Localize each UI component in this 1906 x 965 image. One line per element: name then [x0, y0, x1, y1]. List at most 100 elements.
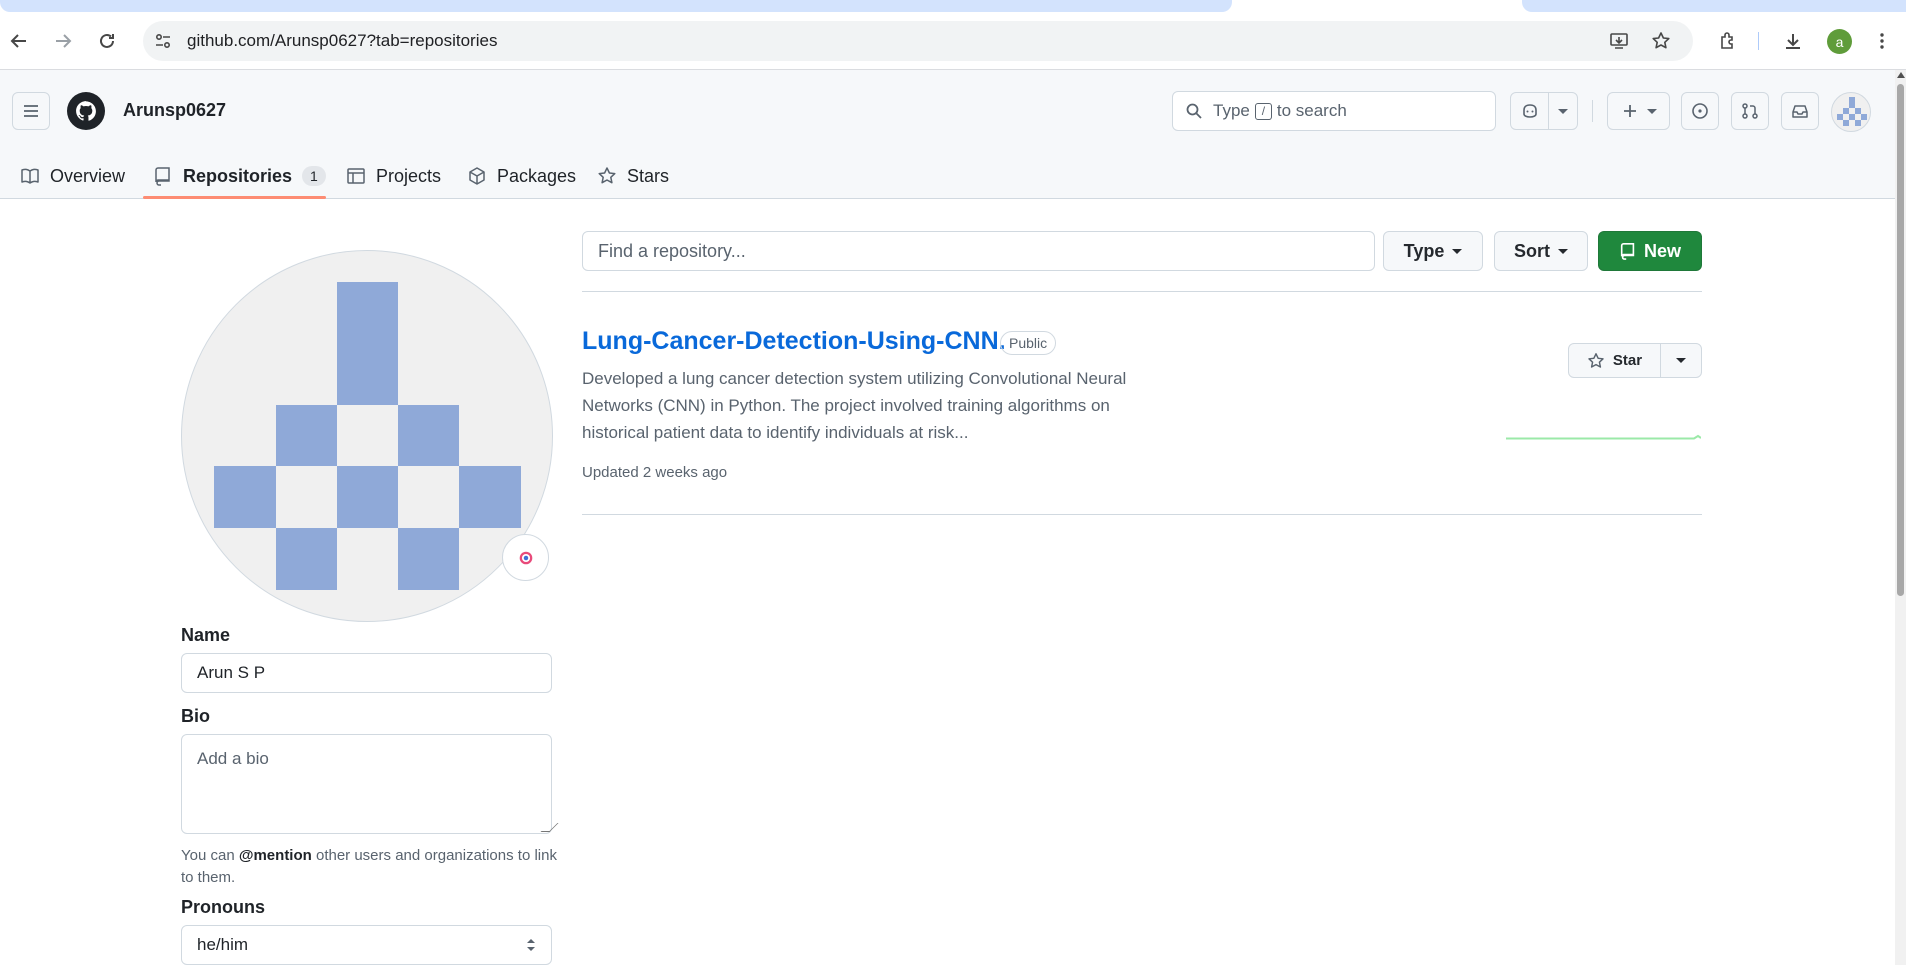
- tab-label: Projects: [376, 165, 442, 186]
- back-button[interactable]: [3, 25, 35, 57]
- identicon-block: [1855, 120, 1861, 126]
- copilot-dropdown-button[interactable]: [1549, 108, 1577, 114]
- search-placeholder-suffix: to search: [1276, 101, 1347, 120]
- new-repository-button[interactable]: New: [1598, 231, 1702, 271]
- browser-tab-active[interactable]: [0, 0, 1232, 12]
- search-icon: [1186, 103, 1202, 119]
- hint-mention: @mention: [238, 847, 312, 864]
- chevron-down-icon: [1646, 108, 1657, 114]
- identicon-block: [337, 466, 398, 528]
- star-label: Star: [1612, 352, 1643, 369]
- name-input[interactable]: Arun S P: [181, 653, 552, 693]
- identicon-block: [276, 405, 337, 466]
- star-list-dropdown-button[interactable]: [1661, 344, 1701, 377]
- identicon-block: [459, 466, 521, 528]
- repository-updated-time: Updated 2 weeks ago: [582, 464, 728, 481]
- chevron-down-icon: [1558, 108, 1568, 114]
- search-placeholder-prefix: Type: [1213, 101, 1250, 120]
- reload-icon: [100, 33, 114, 48]
- url-text[interactable]: github.com/Arunsp0627?tab=repositories: [187, 21, 497, 61]
- active-tab-underline: [143, 196, 326, 199]
- tab-label: Overview: [50, 165, 126, 186]
- chevron-down-icon: [1676, 358, 1686, 363]
- inbox-icon: [1792, 105, 1808, 118]
- user-avatar-menu[interactable]: [1831, 92, 1871, 132]
- set-status-button[interactable]: [502, 534, 549, 581]
- hint-suffix: other users and organizations to link to…: [181, 847, 557, 886]
- type-filter-label: Type: [1403, 240, 1445, 261]
- puzzle-icon: [1721, 32, 1733, 49]
- activity-sparkline: [1506, 434, 1701, 440]
- github-logo[interactable]: [67, 92, 105, 130]
- repo-icon: [155, 167, 170, 186]
- kebab-menu-icon: [1880, 33, 1884, 49]
- profile-avatar[interactable]: [181, 250, 553, 622]
- repository-name-link[interactable]: Lung-Cancer-Detection-Using-CNN.: [582, 327, 1006, 356]
- type-filter-button[interactable]: Type: [1383, 231, 1483, 271]
- identicon-block: [398, 405, 459, 466]
- identicon-block: [337, 282, 398, 405]
- github-header: Arunsp0627 Type / to search Overview Rep…: [0, 70, 1895, 199]
- identicon-block: [398, 528, 459, 590]
- chevron-down-icon: [1558, 248, 1568, 254]
- select-arrows-icon: [527, 939, 535, 951]
- book-icon: [21, 168, 39, 184]
- profile-avatar-button[interactable]: a: [1827, 29, 1852, 54]
- divider: [582, 514, 1702, 515]
- find-repository-input[interactable]: Find a repository...: [582, 231, 1375, 271]
- star-icon: [598, 167, 616, 184]
- sort-button[interactable]: Sort: [1494, 231, 1588, 271]
- bio-label: Bio: [181, 706, 210, 726]
- sort-label: Sort: [1514, 240, 1550, 261]
- scroll-up-arrow-icon[interactable]: [1897, 72, 1905, 78]
- create-new-button[interactable]: [1607, 92, 1670, 130]
- scrollbar-thumb[interactable]: [1897, 84, 1904, 596]
- bookmark-star-icon[interactable]: [1651, 31, 1671, 51]
- extensions-button[interactable]: [1712, 25, 1744, 57]
- browser-tab-strip: [0, 0, 1906, 12]
- status-emoji-icon: [519, 551, 532, 564]
- download-icon: [1786, 34, 1800, 49]
- pull-requests-button[interactable]: [1731, 92, 1769, 130]
- address-bar[interactable]: github.com/Arunsp0627?tab=repositories: [143, 21, 1693, 61]
- identicon-block: [1861, 114, 1867, 120]
- table-icon: [347, 168, 365, 184]
- repo-icon: [1620, 242, 1635, 260]
- browser-toolbar: github.com/Arunsp0627?tab=repositories a: [0, 12, 1906, 70]
- profile-username-breadcrumb[interactable]: Arunsp0627: [123, 100, 226, 121]
- tab-projects[interactable]: Projects: [346, 156, 441, 196]
- tab-stars[interactable]: Stars: [597, 156, 669, 196]
- tab-label: Stars: [627, 165, 670, 186]
- octocat-icon: [76, 101, 96, 121]
- pronouns-select[interactable]: he/him: [181, 925, 552, 965]
- global-search-input[interactable]: Type / to search: [1172, 91, 1496, 131]
- reload-button[interactable]: [91, 25, 123, 57]
- name-label: Name: [181, 625, 231, 645]
- site-info-icon[interactable]: [153, 31, 173, 51]
- repository-description: Developed a lung cancer detection system…: [582, 369, 1127, 442]
- browser-tab[interactable]: [1522, 0, 1906, 12]
- global-nav-menu-button[interactable]: [12, 92, 50, 130]
- downloads-button[interactable]: [1777, 25, 1809, 57]
- plus-icon: [1623, 105, 1636, 117]
- tab-packages[interactable]: Packages: [467, 156, 576, 196]
- issue-opened-icon: [1692, 103, 1708, 119]
- identicon-block: [214, 466, 276, 528]
- tab-label: Repositories: [183, 165, 293, 186]
- install-app-icon[interactable]: [1609, 31, 1629, 51]
- tab-overview[interactable]: Overview: [20, 156, 125, 196]
- star-button[interactable]: Star: [1569, 344, 1661, 377]
- pronouns-label: Pronouns: [181, 897, 265, 917]
- identicon-block: [1843, 120, 1849, 126]
- star-icon: [1588, 352, 1604, 368]
- issues-button[interactable]: [1681, 92, 1719, 130]
- inbox-button[interactable]: [1781, 92, 1819, 130]
- browser-menu-button[interactable]: [1866, 25, 1898, 57]
- page-scrollbar[interactable]: [1895, 70, 1906, 965]
- hamburger-icon: [24, 105, 38, 117]
- copilot-button[interactable]: [1511, 93, 1549, 129]
- forward-button[interactable]: [47, 25, 79, 57]
- tab-repositories[interactable]: Repositories 1: [153, 156, 326, 196]
- arrow-left-icon: [10, 34, 26, 48]
- bio-textarea[interactable]: Add a bio: [181, 734, 552, 834]
